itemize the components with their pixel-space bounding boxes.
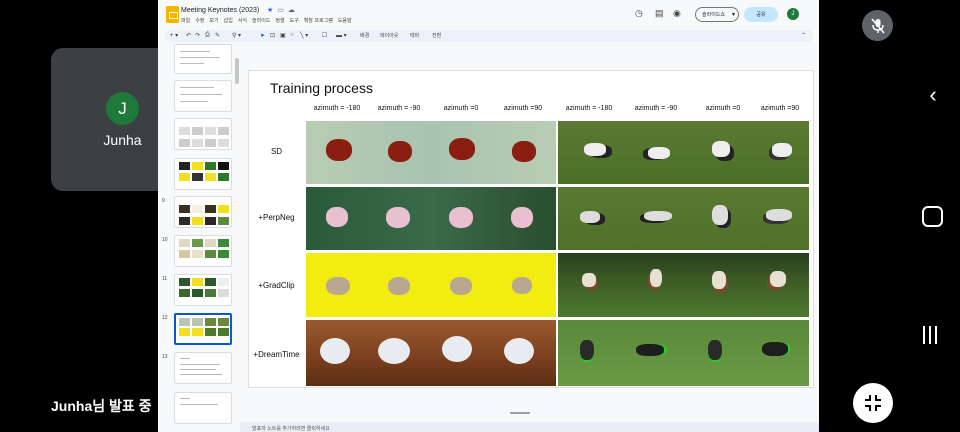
new-slide-icon[interactable]: + ▾ xyxy=(170,32,178,39)
row-label: +PerpNeg xyxy=(258,213,295,222)
column-header: azimuth =90 xyxy=(503,105,543,112)
column-header: azimuth = -180 xyxy=(313,105,361,112)
sample-image-group-chicken xyxy=(306,187,556,250)
avatar: J xyxy=(106,92,139,125)
sample-image-group-dog xyxy=(558,121,809,184)
column-header: azimuth =90 xyxy=(760,105,800,112)
slide-canvas: Training process azimuth = -180 azimuth … xyxy=(240,44,819,432)
zoom-icon[interactable]: ⚲ ▾ xyxy=(232,32,241,39)
back-icon[interactable]: ‹ xyxy=(922,84,944,106)
slide-thumbnail[interactable] xyxy=(174,80,232,112)
notes-resize-handle[interactable] xyxy=(510,412,530,414)
background-button[interactable]: 배경 xyxy=(360,32,369,39)
line-icon[interactable]: ╲ ▾ xyxy=(300,32,308,39)
slide-thumbnail[interactable] xyxy=(174,352,232,384)
column-header: azimuth = -90 xyxy=(377,105,421,112)
presenting-label: Junha님 발표 중 xyxy=(51,398,152,414)
slide-thumbnail[interactable] xyxy=(174,158,232,190)
slide-thumbnail[interactable] xyxy=(174,392,232,424)
image-icon[interactable]: ▣ xyxy=(280,32,286,39)
slide-thumbnail[interactable] xyxy=(174,196,232,228)
sample-image-group-chicken xyxy=(306,121,556,184)
slide-title: Training process xyxy=(270,80,373,96)
history-icon[interactable]: ◷ xyxy=(635,8,643,19)
menu-slide[interactable]: 슬라이드 xyxy=(252,18,270,24)
column-header: azimuth = -90 xyxy=(634,105,678,112)
collapse-toolbar-icon[interactable]: ⌃ xyxy=(801,32,806,39)
menu-file[interactable]: 파일 xyxy=(181,18,190,24)
theme-button[interactable]: 테마 xyxy=(410,32,419,39)
slide-thumbnail[interactable] xyxy=(174,118,232,150)
star-icon[interactable]: ★ xyxy=(267,7,273,14)
row-label: SD xyxy=(270,147,283,156)
slide-number: 9 xyxy=(162,198,165,204)
menu-insert[interactable]: 삽입 xyxy=(224,18,233,24)
print-icon[interactable]: ⎙ xyxy=(205,32,210,39)
recents-icon[interactable] xyxy=(923,326,937,344)
filmstrip-scrollbar[interactable] xyxy=(235,58,239,84)
menu-tools[interactable]: 도구 xyxy=(290,18,299,24)
menu-extensions[interactable]: 확장 프로그램 xyxy=(304,18,333,24)
column-header: azimuth =0 xyxy=(443,105,479,112)
sample-image-group-dog xyxy=(558,253,809,317)
exit-fullscreen-icon[interactable] xyxy=(853,383,893,423)
slide-number: 11 xyxy=(162,276,168,282)
textbox-icon[interactable]: ⊡ xyxy=(270,32,275,39)
user-avatar[interactable]: J xyxy=(787,8,799,20)
filmstrip: 9 10 11 12 13 xyxy=(158,44,240,432)
menu-help[interactable]: 도움말 xyxy=(338,18,352,24)
menu-edit[interactable]: 수정 xyxy=(195,18,204,24)
sample-image-group-dog xyxy=(558,320,809,386)
slides-logo-icon xyxy=(166,6,179,23)
slide-thumbnail[interactable] xyxy=(174,44,232,74)
comment-icon[interactable]: ▤ xyxy=(655,8,664,19)
shared-screen: Meeting Keynotes (2023) ★ ▭ ☁ 파일 수정 보기 삽입 서식 슬라… xyxy=(158,0,819,432)
cloud-icon[interactable]: ☁ xyxy=(288,7,295,14)
folder-icon[interactable]: ▭ xyxy=(277,7,284,14)
video-icon[interactable]: ◉ xyxy=(673,8,681,19)
slide-thumbnail[interactable] xyxy=(174,235,232,267)
comment-add-icon[interactable]: ☐ xyxy=(322,32,327,39)
slide-number: 12 xyxy=(162,315,168,321)
transition-button[interactable]: 전환 xyxy=(432,32,441,39)
select-icon[interactable]: ➤ xyxy=(260,32,265,39)
sample-image-group-chicken xyxy=(306,320,556,386)
slide[interactable]: Training process azimuth = -180 azimuth … xyxy=(248,70,814,388)
sample-image-group-dog xyxy=(558,187,809,250)
sample-image-group-chicken xyxy=(306,253,556,317)
column-header: azimuth = -180 xyxy=(565,105,613,112)
menu-format[interactable]: 서식 xyxy=(238,18,247,24)
menu-view[interactable]: 보기 xyxy=(209,18,218,24)
undo-icon[interactable]: ↶ xyxy=(186,32,191,39)
paint-format-icon[interactable]: ✎ xyxy=(215,32,220,39)
speaker-notes[interactable]: 발표자 노트를 추가하려면 클릭하세요 xyxy=(240,422,819,432)
home-icon[interactable] xyxy=(922,206,943,227)
row-label: +DreamTime xyxy=(253,350,300,359)
shape-icon[interactable]: ○ xyxy=(290,32,294,38)
slide-number: 13 xyxy=(162,354,168,360)
slideshow-button[interactable]: 슬라이드쇼 xyxy=(695,7,739,22)
slide-number: 10 xyxy=(162,237,168,243)
menu-bar: 파일 수정 보기 삽입 서식 슬라이드 정렬 도구 확장 프로그램 도움말 xyxy=(181,17,357,24)
toolbar: + ▾ ↶ ↷ ⎙ ✎ ⚲ ▾ ➤ ⊡ ▣ ○ ╲ ▾ ☐ ▬ ▾ 배경 레이아… xyxy=(164,30,813,42)
document-title[interactable]: Meeting Keynotes (2023) xyxy=(181,7,259,14)
slide-thumbnail[interactable] xyxy=(174,274,232,306)
layout-button[interactable]: 레이아웃 xyxy=(380,32,398,39)
share-button[interactable]: 공유 xyxy=(744,7,778,22)
title-bar: Meeting Keynotes (2023) ★ ▭ ☁ 파일 수정 보기 삽입 서식 슬라… xyxy=(158,0,819,30)
slide-thumbnail-active[interactable] xyxy=(174,313,232,345)
redo-icon[interactable]: ↷ xyxy=(195,32,200,39)
fill-color-icon[interactable]: ▬ ▾ xyxy=(336,32,347,39)
menu-arrange[interactable]: 정렬 xyxy=(275,18,284,24)
mic-off-icon[interactable] xyxy=(862,10,893,41)
row-label: +GradClip xyxy=(258,281,295,290)
column-header: azimuth =0 xyxy=(705,105,741,112)
meet-screen: J Junha Junha님 발표 중 Meeting Keynotes (20… xyxy=(0,0,960,432)
